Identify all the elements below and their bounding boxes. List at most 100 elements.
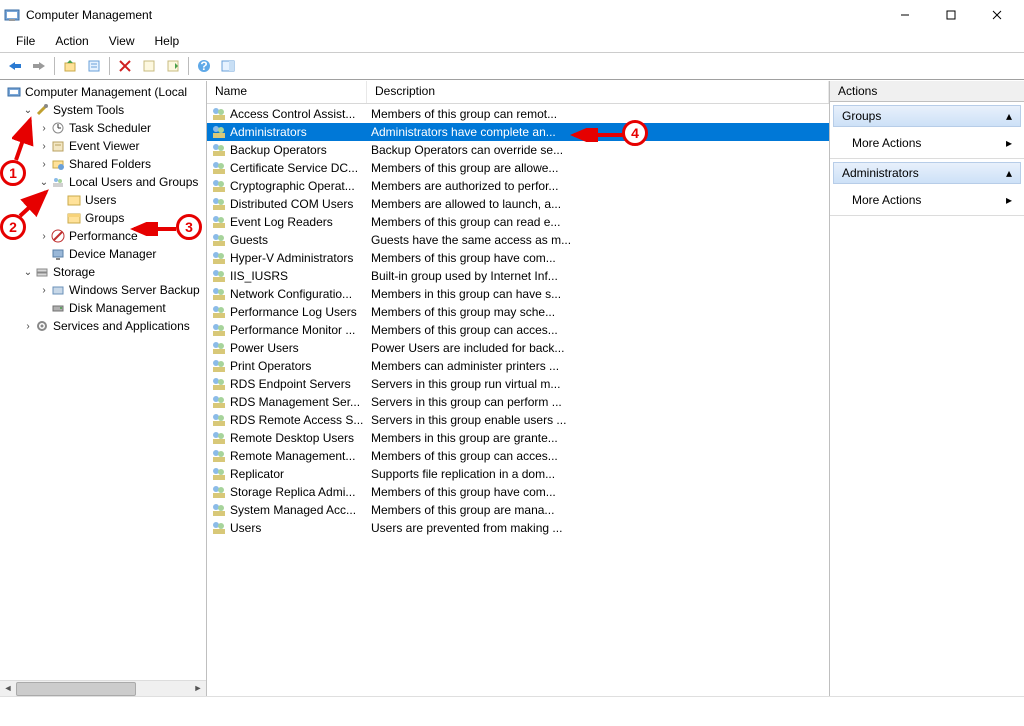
up-icon[interactable]: [59, 55, 81, 77]
action-more-groups[interactable]: More Actions ▸: [848, 134, 1020, 152]
list-item[interactable]: Performance Log UsersMembers of this gro…: [207, 303, 829, 321]
list-item[interactable]: Remote Management...Members of this grou…: [207, 447, 829, 465]
group-icon: [211, 124, 227, 140]
list-item[interactable]: ReplicatorSupports file replication in a…: [207, 465, 829, 483]
work-area: Computer Management (Local ⌄ System Tool…: [0, 80, 1024, 696]
list-item-description: Servers in this group can perform ...: [367, 395, 829, 409]
performance-icon: [50, 228, 66, 244]
group-icon: [211, 232, 227, 248]
list-item[interactable]: AdministratorsAdministrators have comple…: [207, 123, 829, 141]
menu-file[interactable]: File: [6, 32, 45, 50]
list-item-name: Event Log Readers: [230, 215, 367, 229]
maximize-button[interactable]: [928, 0, 974, 30]
actions-header: Actions: [830, 81, 1024, 102]
list-item[interactable]: RDS Remote Access S...Servers in this gr…: [207, 411, 829, 429]
column-name[interactable]: Name: [207, 81, 367, 103]
list-item[interactable]: Power UsersPower Users are included for …: [207, 339, 829, 357]
list-item[interactable]: Network Configuratio...Members in this g…: [207, 285, 829, 303]
computer-icon: [6, 84, 22, 100]
tree-pane: Computer Management (Local ⌄ System Tool…: [0, 81, 207, 696]
chevron-right-icon[interactable]: ›: [22, 321, 34, 332]
annotation-arrow-2: [16, 186, 56, 222]
tree-item-storage[interactable]: ⌄ Storage: [4, 263, 206, 281]
chevron-right-icon[interactable]: ›: [38, 285, 50, 296]
scroll-thumb[interactable]: [16, 682, 136, 696]
chevron-down-icon[interactable]: ⌄: [22, 267, 34, 278]
refresh-icon[interactable]: [138, 55, 160, 77]
horizontal-scrollbar[interactable]: ◄ ►: [0, 680, 206, 696]
list-item-name: Performance Log Users: [230, 305, 367, 319]
list-item[interactable]: System Managed Acc...Members of this gro…: [207, 501, 829, 519]
tree-item-device-manager[interactable]: Device Manager: [4, 245, 206, 263]
shared-folder-icon: [50, 156, 66, 172]
list-pane: Name Description Access Control Assist..…: [207, 81, 830, 696]
group-icon: [211, 502, 227, 518]
minimize-button[interactable]: [882, 0, 928, 30]
menu-action[interactable]: Action: [45, 32, 98, 50]
show-hide-icon[interactable]: [217, 55, 239, 77]
tree-root[interactable]: Computer Management (Local: [4, 83, 206, 101]
forward-button[interactable]: [28, 55, 50, 77]
list-item[interactable]: Cryptographic Operat...Members are autho…: [207, 177, 829, 195]
submenu-icon: ▸: [1006, 136, 1012, 150]
properties-icon[interactable]: [83, 55, 105, 77]
list-item-description: Members of this group have com...: [367, 485, 829, 499]
group-icon: [211, 178, 227, 194]
callout-3: 3: [176, 214, 202, 240]
list-item-name: Hyper-V Administrators: [230, 251, 367, 265]
group-icon: [211, 322, 227, 338]
delete-icon[interactable]: [114, 55, 136, 77]
list-item-name: RDS Endpoint Servers: [230, 377, 367, 391]
actions-section-groups[interactable]: Groups ▴: [833, 105, 1021, 127]
list-item[interactable]: Performance Monitor ...Members of this g…: [207, 321, 829, 339]
list-item-name: Backup Operators: [230, 143, 367, 157]
annotation-arrow-4: [568, 128, 626, 142]
list-item[interactable]: Print OperatorsMembers can administer pr…: [207, 357, 829, 375]
list-item[interactable]: Storage Replica Admi...Members of this g…: [207, 483, 829, 501]
action-label: More Actions: [852, 136, 921, 150]
menu-view[interactable]: View: [99, 32, 145, 50]
list-item-description: Built-in group used by Internet Inf...: [367, 269, 829, 283]
list-item-description: Users are prevented from making ...: [367, 521, 829, 535]
tree-item-disk-management[interactable]: Disk Management: [4, 299, 206, 317]
column-description[interactable]: Description: [367, 81, 829, 103]
back-button[interactable]: [4, 55, 26, 77]
list-item[interactable]: RDS Endpoint ServersServers in this grou…: [207, 375, 829, 393]
list-item[interactable]: Hyper-V AdministratorsMembers of this gr…: [207, 249, 829, 267]
list-item-description: Members can administer printers ...: [367, 359, 829, 373]
list-item-description: Members of this group can acces...: [367, 323, 829, 337]
list-item[interactable]: Certificate Service DC...Members of this…: [207, 159, 829, 177]
list-item[interactable]: Access Control Assist...Members of this …: [207, 105, 829, 123]
list-item[interactable]: IIS_IUSRSBuilt-in group used by Internet…: [207, 267, 829, 285]
list-item[interactable]: Backup OperatorsBackup Operators can ove…: [207, 141, 829, 159]
list-item[interactable]: Distributed COM UsersMembers are allowed…: [207, 195, 829, 213]
menu-help[interactable]: Help: [145, 32, 190, 50]
actions-section-admins[interactable]: Administrators ▴: [833, 162, 1021, 184]
list-item[interactable]: Remote Desktop UsersMembers in this grou…: [207, 429, 829, 447]
export-icon[interactable]: [162, 55, 184, 77]
collapse-icon: ▴: [1006, 109, 1012, 123]
tree-item-services[interactable]: › Services and Applications: [4, 317, 206, 335]
tree-item-win-server-backup[interactable]: › Windows Server Backup: [4, 281, 206, 299]
list-item-name: Distributed COM Users: [230, 197, 367, 211]
list-item[interactable]: GuestsGuests have the same access as m..…: [207, 231, 829, 249]
list-item-name: Print Operators: [230, 359, 367, 373]
chevron-right-icon[interactable]: ›: [38, 231, 50, 242]
list-item[interactable]: RDS Management Ser...Servers in this gro…: [207, 393, 829, 411]
list-item-name: Administrators: [230, 125, 367, 139]
list-item-description: Supports file replication in a dom...: [367, 467, 829, 481]
separator: [188, 57, 189, 75]
close-button[interactable]: [974, 0, 1020, 30]
action-more-admins[interactable]: More Actions ▸: [848, 191, 1020, 209]
group-icon: [211, 160, 227, 176]
toolbar: ?: [0, 52, 1024, 80]
tree-item-label: Device Manager: [69, 247, 156, 261]
help-icon[interactable]: ?: [193, 55, 215, 77]
scroll-right-icon[interactable]: ►: [190, 681, 206, 695]
list-item-description: Servers in this group enable users ...: [367, 413, 829, 427]
scroll-left-icon[interactable]: ◄: [0, 681, 16, 695]
list-item-name: Cryptographic Operat...: [230, 179, 367, 193]
app-icon: [4, 7, 20, 23]
list-item[interactable]: UsersUsers are prevented from making ...: [207, 519, 829, 537]
list-item[interactable]: Event Log ReadersMembers of this group c…: [207, 213, 829, 231]
